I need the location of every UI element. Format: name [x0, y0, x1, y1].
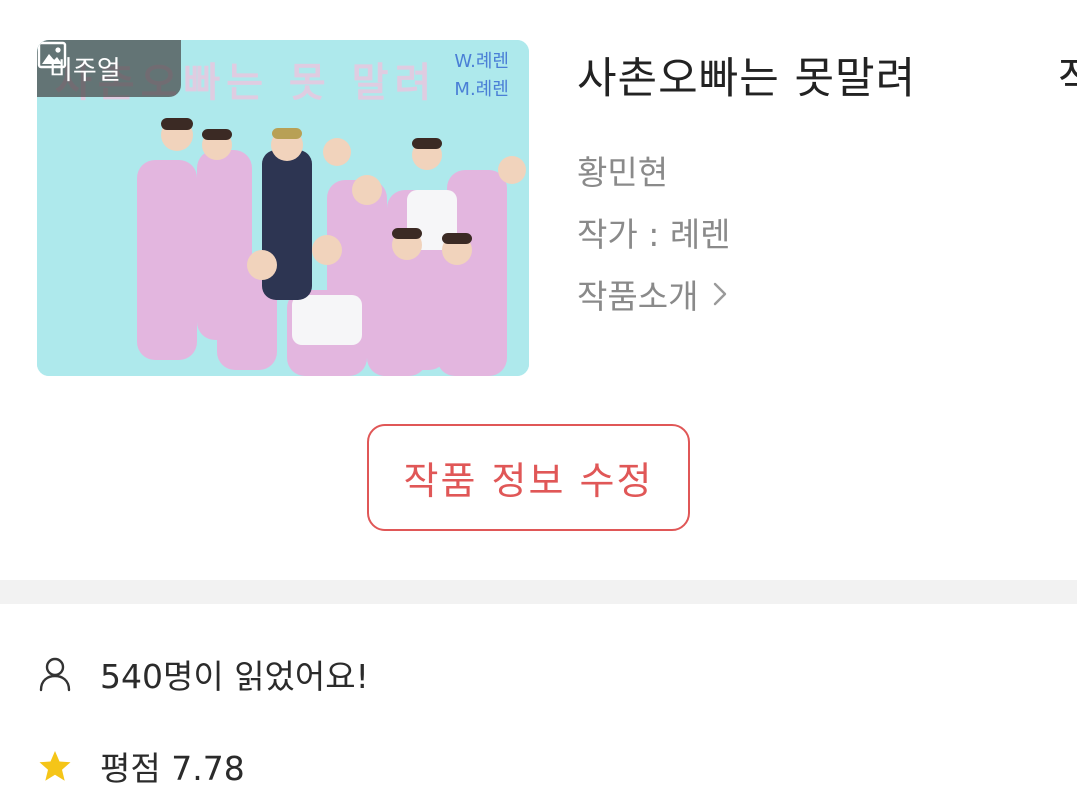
- chevron-right-icon: [714, 282, 727, 306]
- visual-badge[interactable]: 비주얼: [37, 40, 181, 97]
- cover-image[interactable]: 사촌오빠는 못 말려 W.례렌 M.례렌 비주얼: [37, 40, 529, 376]
- work-subtitle: 황민현: [577, 153, 669, 192]
- image-icon: [37, 41, 67, 69]
- section-divider: [0, 580, 1077, 604]
- work-author: 작가 : 례렌: [577, 215, 731, 254]
- rating-stat: 평점 7.78: [38, 742, 245, 790]
- readers-count-text: 540명이 읽었어요!: [100, 657, 369, 696]
- work-intro-label: 작품소개: [577, 277, 699, 316]
- star-icon: [39, 751, 71, 781]
- readers-stat: 540명이 읽었어요!: [38, 650, 369, 698]
- person-icon: [39, 657, 71, 692]
- cover-credits: W.례렌 M.례렌: [454, 48, 509, 104]
- work-title-overflow: 작: [1058, 44, 1077, 106]
- work-intro-link[interactable]: 작품소개: [577, 270, 728, 318]
- work-title: 사촌오빠는 못말려: [577, 54, 917, 104]
- edit-work-info-button[interactable]: 작품 정보 수정: [367, 424, 690, 531]
- cover-credit-artist: M.례렌: [454, 79, 509, 100]
- rating-text: 평점 7.78: [100, 749, 245, 788]
- cover-credit-writer: W.례렌: [454, 51, 509, 72]
- work-header: 사촌오빠는 못 말려 W.례렌 M.례렌 비주얼 사촌오빠는 못말려 작 황민현…: [0, 0, 1077, 580]
